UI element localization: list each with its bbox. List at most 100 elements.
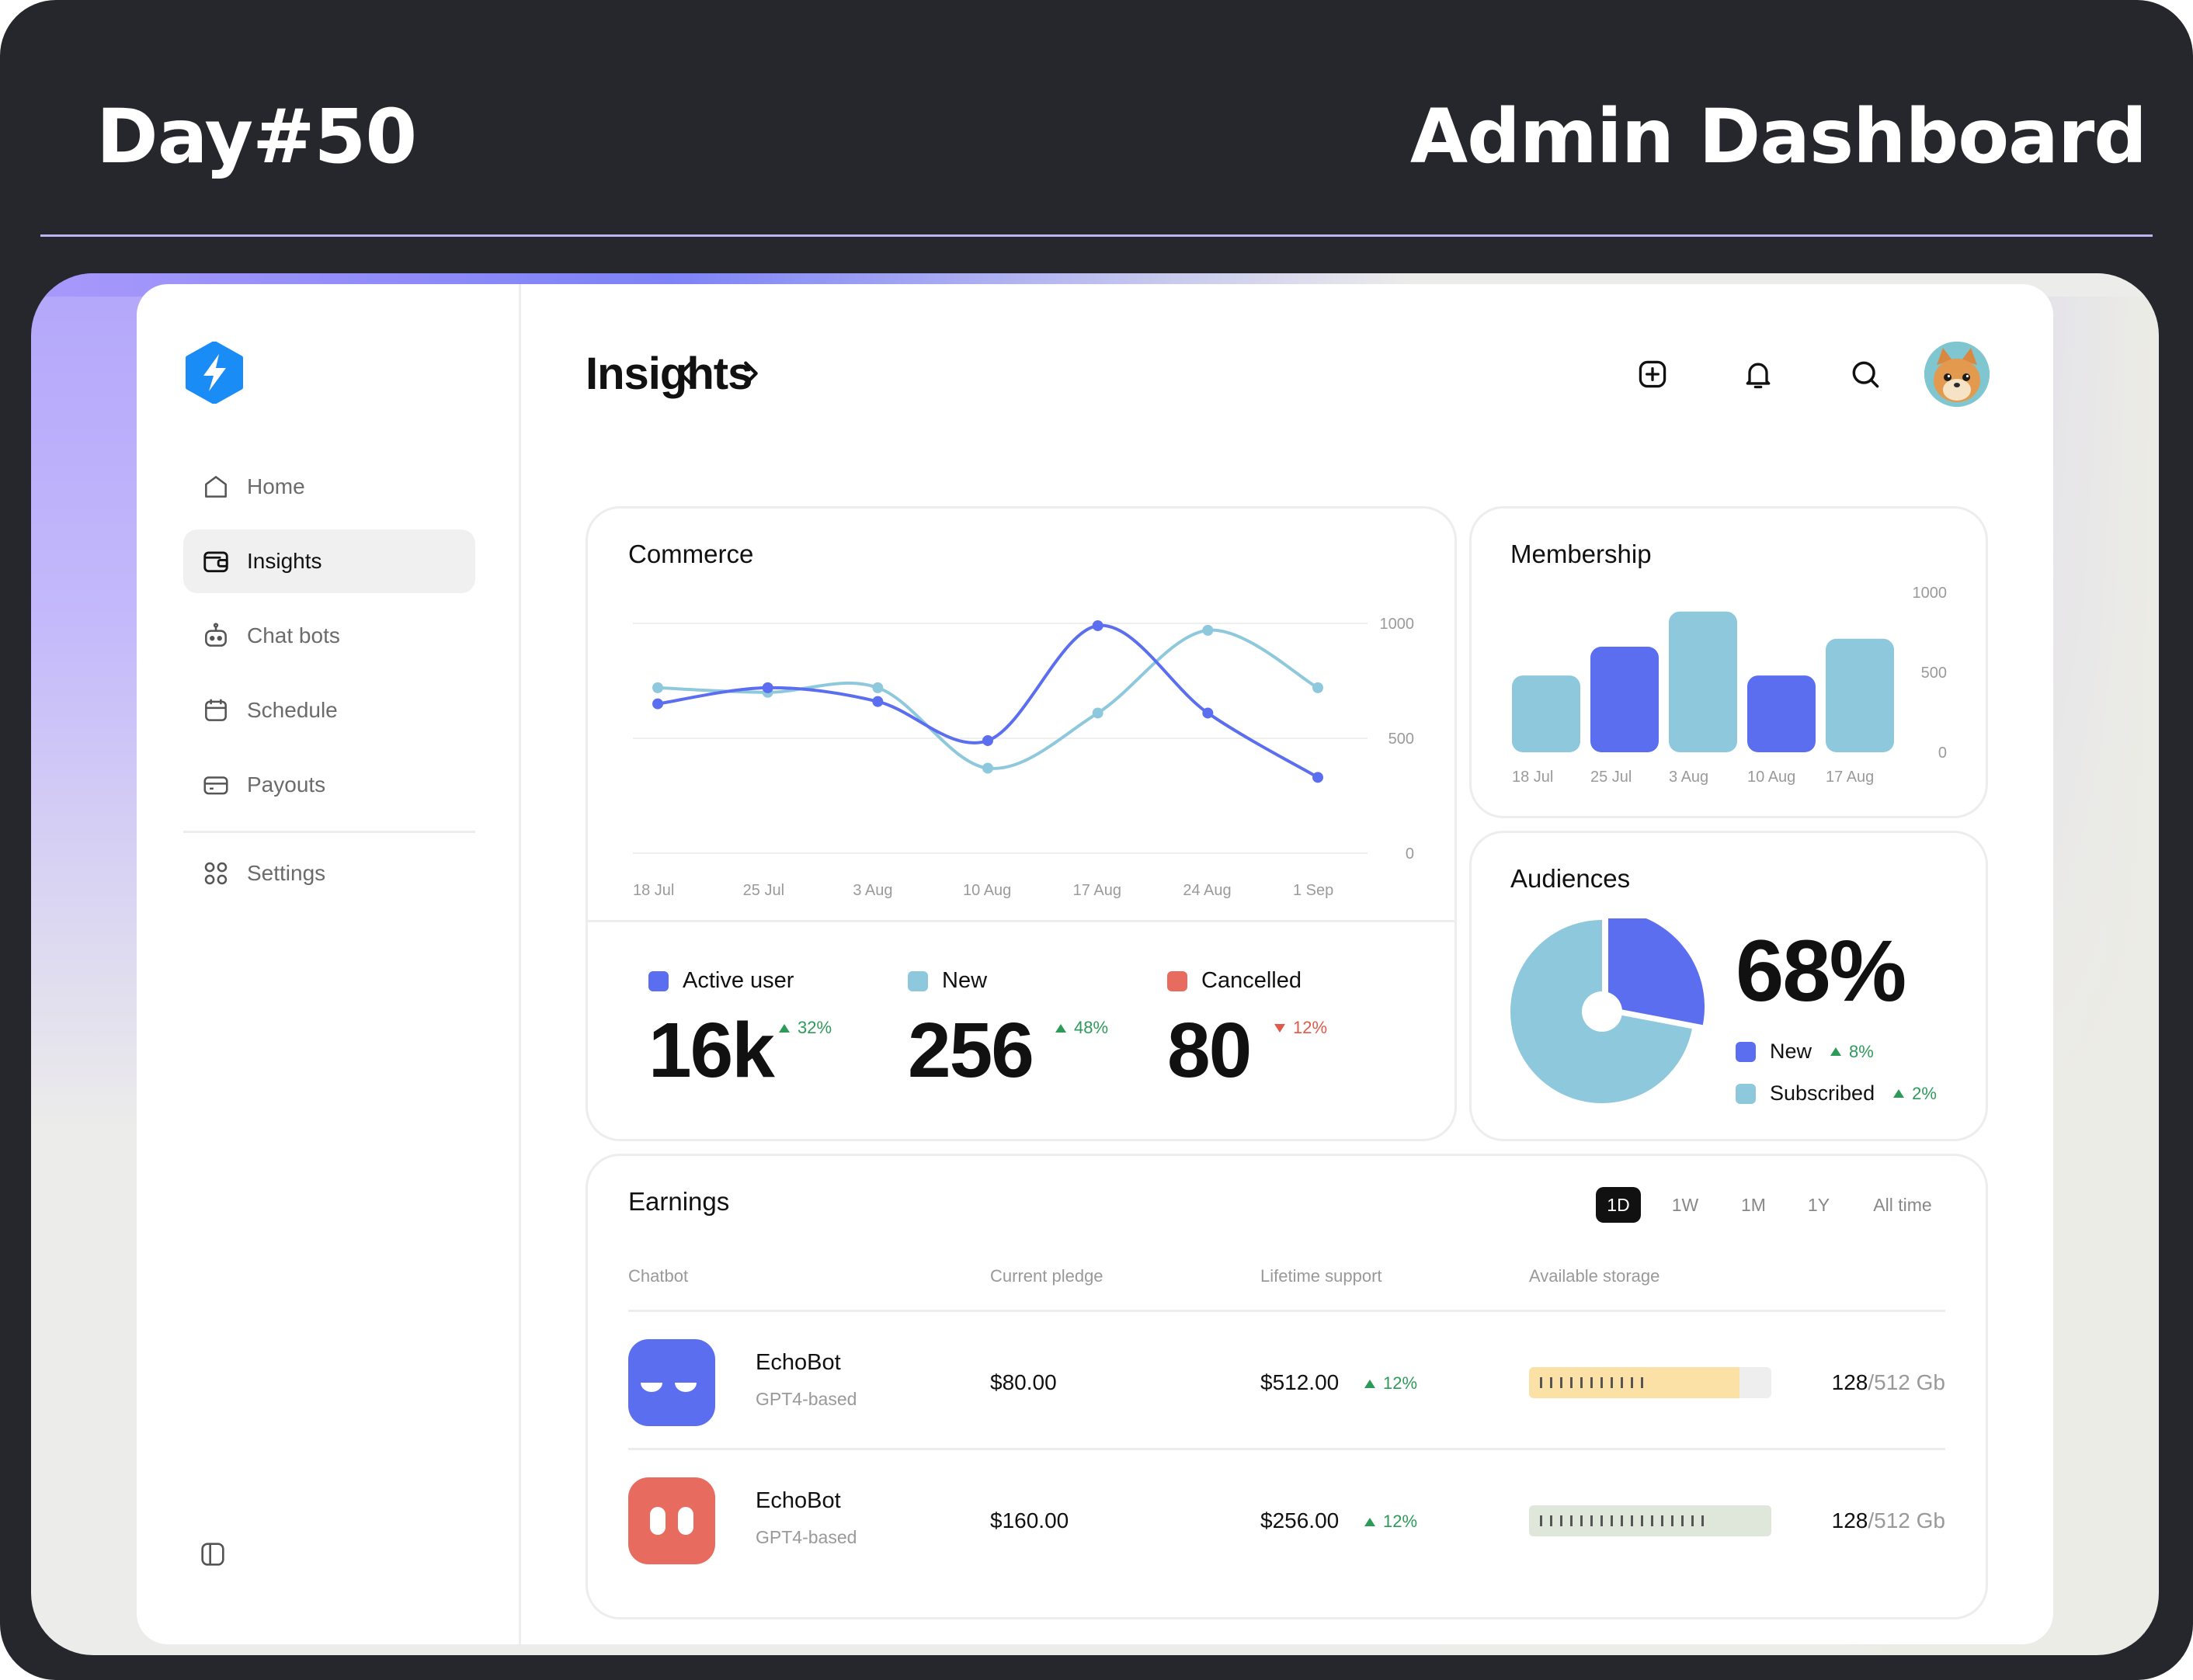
- period-1d[interactable]: 1D: [1596, 1187, 1641, 1223]
- y-tick-label: 1000: [1380, 616, 1415, 633]
- trend-up-icon: [1055, 1023, 1066, 1033]
- trend-up-icon: [1893, 1089, 1905, 1098]
- logo-icon[interactable]: [185, 342, 244, 404]
- data-point: [1202, 624, 1214, 636]
- storage-tick: [1661, 1515, 1663, 1526]
- delta-text: 2%: [1912, 1083, 1937, 1103]
- storage-total: /512 Gb: [1868, 1508, 1945, 1532]
- bar: [1669, 611, 1737, 752]
- delta-text: 12%: [1383, 1373, 1418, 1393]
- x-tick-label: 17 Aug: [1826, 769, 1874, 786]
- storage-tick: [1681, 1515, 1684, 1526]
- data-point: [652, 682, 663, 693]
- storage-tick: [1671, 1515, 1673, 1526]
- delta-text: 8%: [1849, 1041, 1874, 1061]
- sidebar-item-chat-bots[interactable]: Chat bots: [183, 604, 475, 668]
- sidebar-item-settings[interactable]: Settings: [183, 842, 475, 905]
- x-tick-label: 25 Jul: [1590, 769, 1632, 786]
- pie-slice: [1608, 918, 1705, 1026]
- x-tick-label: 18 Jul: [1512, 769, 1553, 786]
- storage-tick: [1621, 1515, 1623, 1526]
- chevron-left-icon[interactable]: [671, 356, 702, 391]
- storage-tick: [1651, 1515, 1653, 1526]
- audiences-card: Audiences 68% New 8% Subscribed 2%: [1469, 831, 1988, 1141]
- lifetime-support: $256.00: [1260, 1508, 1340, 1532]
- column-header-storage: Available storage: [1529, 1266, 1660, 1286]
- audiences-title: Audiences: [1510, 864, 1631, 893]
- storage-tick: [1540, 1515, 1542, 1526]
- storage-tick: [1641, 1377, 1643, 1388]
- home-icon: [200, 471, 231, 502]
- sidebar-item-insights[interactable]: Insights: [183, 529, 475, 593]
- storage-tick: [1560, 1515, 1562, 1526]
- new-delta: 8%: [1830, 1042, 1874, 1062]
- period-all-time[interactable]: All time: [1854, 1187, 1951, 1223]
- storage-tick: [1621, 1377, 1623, 1388]
- new-value: 256: [908, 1007, 1034, 1094]
- x-tick-label: 10 Aug: [963, 882, 1011, 899]
- sidebar-item-schedule[interactable]: Schedule: [183, 679, 475, 742]
- storage-tick: [1611, 1515, 1613, 1526]
- sidebar-item-label: Home: [247, 474, 305, 498]
- period-1w[interactable]: 1W: [1663, 1187, 1708, 1223]
- header-divider: [40, 234, 2153, 237]
- storage-total: /512 Gb: [1868, 1370, 1945, 1394]
- bell-icon[interactable]: [1741, 357, 1775, 391]
- y-tick-label: 500: [1388, 731, 1414, 748]
- stage-background: Home Insights Chat bots Schedule Payouts…: [31, 273, 2159, 1655]
- storage-tick: [1550, 1377, 1552, 1388]
- storage-tick: [1550, 1515, 1552, 1526]
- table-divider: [628, 1448, 1945, 1450]
- legend-new: New 8%: [1736, 1040, 1874, 1064]
- storage-tick: [1600, 1377, 1603, 1388]
- bot-avatar-icon: [628, 1477, 715, 1564]
- trend-up-icon: [779, 1023, 790, 1033]
- storage-ticks: [1540, 1515, 1704, 1526]
- avatar[interactable]: [1924, 342, 1990, 407]
- data-point: [982, 734, 993, 746]
- trend-up-icon: [1364, 1517, 1375, 1526]
- sidebar-item-label: Payouts: [247, 772, 326, 797]
- storage-tick: [1631, 1515, 1633, 1526]
- legend-new: New: [908, 968, 987, 994]
- robot-icon: [200, 620, 231, 651]
- bar: [1590, 647, 1659, 752]
- bot-model: GPT4-based: [756, 1389, 857, 1409]
- series-line: [656, 623, 1319, 779]
- legend-cancelled: Cancelled: [1167, 968, 1302, 994]
- delta-text: 48%: [1074, 1018, 1109, 1037]
- grid-icon: [200, 858, 231, 889]
- storage-tick: [1590, 1515, 1593, 1526]
- legend-active-user: Active user: [648, 968, 794, 994]
- avatar-image: [1924, 342, 1990, 407]
- commerce-card: Commerce 1000 500 0 18 Jul 25 Jul 3 Aug 10 Aug…: [586, 506, 1457, 1141]
- storage-ticks: [1540, 1377, 1643, 1388]
- series-line: [656, 628, 1319, 770]
- column-header-chatbot: Chatbot: [628, 1266, 689, 1286]
- x-tick-label: 3 Aug: [853, 882, 892, 899]
- wallet-icon: [200, 546, 231, 577]
- period-1m[interactable]: 1M: [1731, 1187, 1776, 1223]
- chevron-right-icon[interactable]: [735, 356, 766, 391]
- bar: [1826, 638, 1894, 752]
- search-icon[interactable]: [1848, 357, 1882, 391]
- period-1y[interactable]: 1Y: [1796, 1187, 1841, 1223]
- x-tick-label: 3 Aug: [1669, 769, 1708, 786]
- trend-down-icon: [1274, 1023, 1285, 1033]
- current-pledge: $160.00: [990, 1508, 1069, 1532]
- sidebar-item-payouts[interactable]: Payouts: [183, 753, 475, 817]
- storage-bar: [1529, 1505, 1771, 1536]
- table-divider: [628, 1310, 1945, 1312]
- sidebar-item-home[interactable]: Home: [183, 455, 475, 519]
- trend-up-icon: [1830, 1047, 1842, 1056]
- dashboard-label: Admin Dashboard: [1409, 93, 2147, 180]
- storage-tick: [1540, 1377, 1542, 1388]
- calendar-icon: [200, 695, 231, 726]
- y-tick-label: 0: [1938, 745, 1947, 762]
- data-point: [762, 682, 773, 693]
- add-square-icon[interactable]: [1635, 357, 1670, 391]
- active-user-value: 16k: [648, 1007, 775, 1094]
- new-swatch: [908, 970, 928, 991]
- sidebar-toggle-icon[interactable]: [197, 1539, 228, 1570]
- cancelled-value: 80: [1167, 1007, 1252, 1094]
